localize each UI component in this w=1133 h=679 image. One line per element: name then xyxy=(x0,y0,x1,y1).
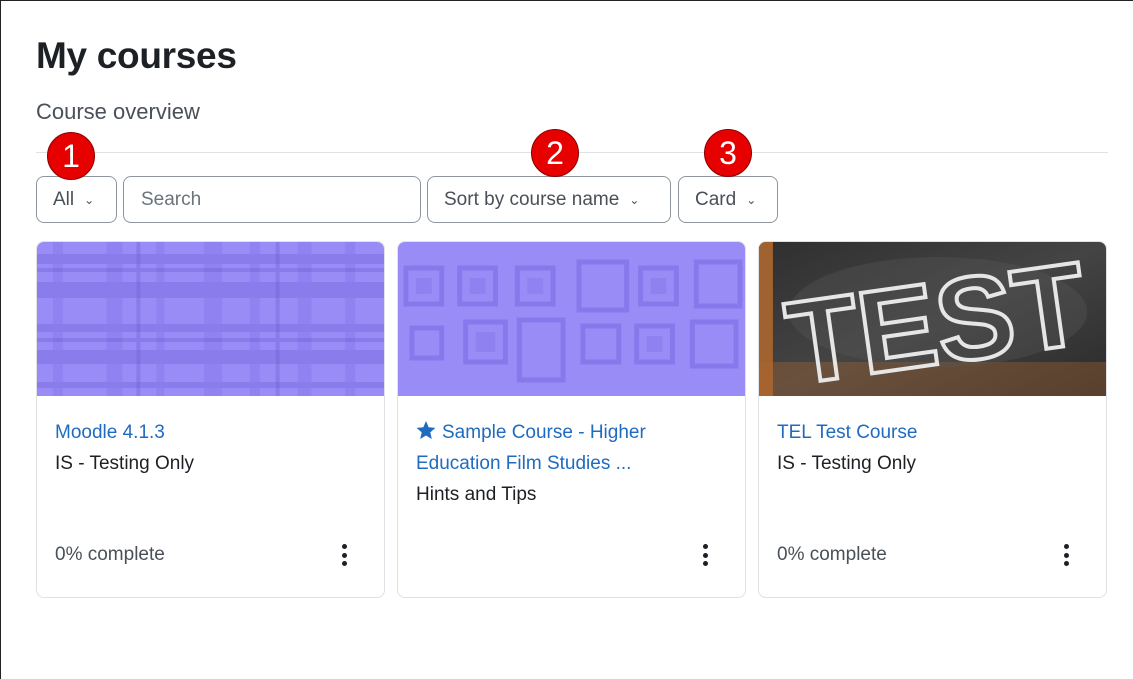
annotation-badge-1: 1 xyxy=(47,132,95,180)
card-body: Moodle 4.1.3 IS - Testing Only xyxy=(55,417,366,479)
display-mode-dropdown[interactable]: Card ⌄ xyxy=(678,176,778,223)
view-label: Card xyxy=(695,188,737,210)
chevron-down-icon: ⌄ xyxy=(746,192,757,207)
more-actions-icon[interactable] xyxy=(701,544,709,566)
course-name-link[interactable]: Moodle 4.1.3 xyxy=(55,417,366,448)
annotation-badge-3: 3 xyxy=(704,129,752,177)
page-title: My courses xyxy=(36,35,237,76)
chevron-down-icon: ⌄ xyxy=(84,192,95,207)
course-category: Hints and Tips xyxy=(416,484,537,505)
course-progress: 0% complete xyxy=(777,544,887,565)
course-name-line-2[interactable]: Education Film Studies ... xyxy=(416,453,631,474)
course-name-link[interactable]: TEL Test Course xyxy=(777,417,1088,448)
course-image-squares[interactable] xyxy=(398,242,745,396)
course-name-line-1[interactable]: Sample Course - Higher xyxy=(442,422,646,443)
section-title: Course overview xyxy=(36,99,200,124)
course-progress: 0% complete xyxy=(55,544,165,565)
course-image-chalkboard[interactable]: TEST xyxy=(759,242,1106,396)
star-icon xyxy=(416,421,436,440)
filter-label: All xyxy=(53,188,75,210)
course-category: IS - Testing Only xyxy=(55,453,195,474)
more-actions-icon[interactable] xyxy=(1062,544,1070,566)
search-field[interactable] xyxy=(123,176,421,223)
grouping-filter-dropdown[interactable]: All ⌄ xyxy=(36,176,117,223)
annotation-badge-2: 2 xyxy=(531,129,579,177)
course-name-link[interactable]: Sample Course - Higher Education Film St… xyxy=(416,417,727,479)
sort-dropdown[interactable]: Sort by course name ⌄ xyxy=(427,176,671,223)
course-category: IS - Testing Only xyxy=(777,453,917,474)
chevron-down-icon: ⌄ xyxy=(629,192,640,207)
search-input[interactable] xyxy=(124,177,420,222)
card-body: TEL Test Course IS - Testing Only xyxy=(777,417,1088,479)
more-actions-icon[interactable] xyxy=(340,544,348,566)
course-image-plaid[interactable] xyxy=(37,242,384,396)
card-body: Sample Course - Higher Education Film St… xyxy=(416,417,727,510)
course-card[interactable]: Moodle 4.1.3 IS - Testing Only 0% comple… xyxy=(36,241,385,598)
course-card[interactable]: TEST TEL Test Course IS - Testing Only 0… xyxy=(758,241,1107,598)
course-card[interactable]: Sample Course - Higher Education Film St… xyxy=(397,241,746,598)
sort-label: Sort by course name xyxy=(444,188,620,210)
